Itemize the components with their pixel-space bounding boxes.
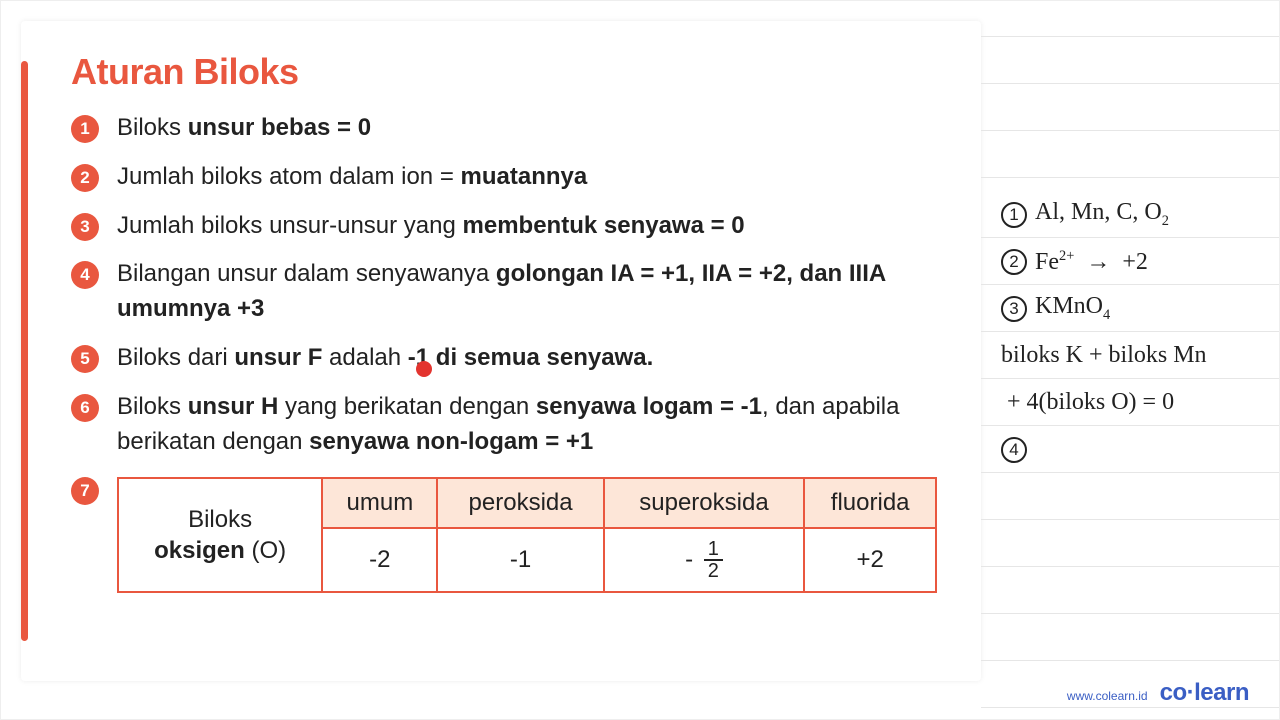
note-number-circle-icon: 2 bbox=[1001, 249, 1027, 275]
table-header: peroksida bbox=[437, 478, 603, 528]
rule-text: Jumlah biloks atom dalam ion = muatannya bbox=[117, 160, 587, 195]
rule-row: 4 Bilangan unsur dalam senyawanya golonga… bbox=[71, 257, 951, 327]
table-header: umum bbox=[322, 478, 437, 528]
footer: www.colearn.id co·learn bbox=[1067, 679, 1249, 707]
table-cell: -2 bbox=[322, 528, 437, 592]
rule-number-badge: 1 bbox=[71, 115, 99, 143]
note-number-circle-icon: 3 bbox=[1001, 296, 1027, 322]
rule-text: Biloks unsur bebas = 0 bbox=[117, 111, 371, 146]
handwritten-notes: 1 Al, Mn, C, O2 2 Fe2+ → +2 3 KMnO4 biloks K +… bbox=[981, 1, 1279, 719]
rule-number-badge: 4 bbox=[71, 261, 99, 289]
rule-number-badge: 7 bbox=[71, 477, 99, 505]
rule-row: 6 Biloks unsur H yang berikatan dengan se… bbox=[71, 390, 951, 460]
oxygen-biloks-table: Biloksoksigen (O) umum peroksida superok… bbox=[117, 477, 937, 593]
page: Aturan Biloks 1 Biloks unsur bebas = 0 2 Ju… bbox=[1, 1, 1279, 719]
rule-text: Bilangan unsur dalam senyawanya golongan… bbox=[117, 257, 951, 327]
note-text: KMnO4 bbox=[1035, 293, 1110, 324]
brand-dot-icon: · bbox=[1187, 679, 1195, 706]
brand-pre: co bbox=[1160, 679, 1187, 706]
rule-number-badge: 3 bbox=[71, 213, 99, 241]
rule-number-badge: 6 bbox=[71, 394, 99, 422]
table-row-label: Biloksoksigen (O) bbox=[118, 478, 322, 592]
note-number-circle-icon: 1 bbox=[1001, 202, 1027, 228]
note-number-circle-icon: 4 bbox=[1001, 437, 1027, 463]
slide-card: Aturan Biloks 1 Biloks unsur bebas = 0 2 Ju… bbox=[21, 21, 981, 681]
note-line: 4 bbox=[1001, 426, 1259, 473]
table-cell-fraction: - 12 bbox=[604, 528, 805, 592]
table-cell: -1 bbox=[437, 528, 603, 592]
brand-post: learn bbox=[1194, 679, 1249, 706]
note-text: Al, Mn, C, O2 bbox=[1035, 199, 1169, 230]
brand-logo: co·learn bbox=[1160, 679, 1249, 707]
note-text: Fe2+ → +2 bbox=[1035, 248, 1148, 276]
slide-title: Aturan Biloks bbox=[71, 51, 951, 93]
rule-text: Biloks dari unsur F adalah -1 di semua s… bbox=[117, 341, 653, 376]
laser-pointer-icon bbox=[416, 361, 432, 377]
rule-number-badge: 5 bbox=[71, 345, 99, 373]
note-line: biloks K + biloks Mn bbox=[1001, 332, 1259, 379]
table-header: fluorida bbox=[804, 478, 936, 528]
rules-list: 1 Biloks unsur bebas = 0 2 Jumlah biloks at… bbox=[71, 111, 951, 459]
rule-row: 3 Jumlah biloks unsur-unsur yang membentu… bbox=[71, 209, 951, 244]
note-text: biloks K + biloks Mn bbox=[1001, 342, 1207, 369]
rule-row: 5 Biloks dari unsur F adalah -1 di semua … bbox=[71, 341, 951, 376]
rule-row: 1 Biloks unsur bebas = 0 bbox=[71, 111, 951, 146]
note-line: + 4(biloks O) = 0 bbox=[1001, 379, 1259, 426]
rule-text: Jumlah biloks unsur-unsur yang membentuk… bbox=[117, 209, 745, 244]
note-line: 3 KMnO4 bbox=[1001, 285, 1259, 332]
rule-7-row: 7 Biloksoksigen (O) umum peroksida super… bbox=[71, 473, 951, 593]
rule-text: Biloks unsur H yang berikatan dengan sen… bbox=[117, 390, 951, 460]
note-text: + 4(biloks O) = 0 bbox=[1001, 389, 1174, 416]
table-cell: +2 bbox=[804, 528, 936, 592]
footer-url: www.colearn.id bbox=[1067, 689, 1148, 703]
note-line: 1 Al, Mn, C, O2 bbox=[1001, 191, 1259, 238]
rule-number-badge: 2 bbox=[71, 164, 99, 192]
rule-row: 2 Jumlah biloks atom dalam ion = muatanny… bbox=[71, 160, 951, 195]
table-header: superoksida bbox=[604, 478, 805, 528]
note-line: 2 Fe2+ → +2 bbox=[1001, 238, 1259, 285]
